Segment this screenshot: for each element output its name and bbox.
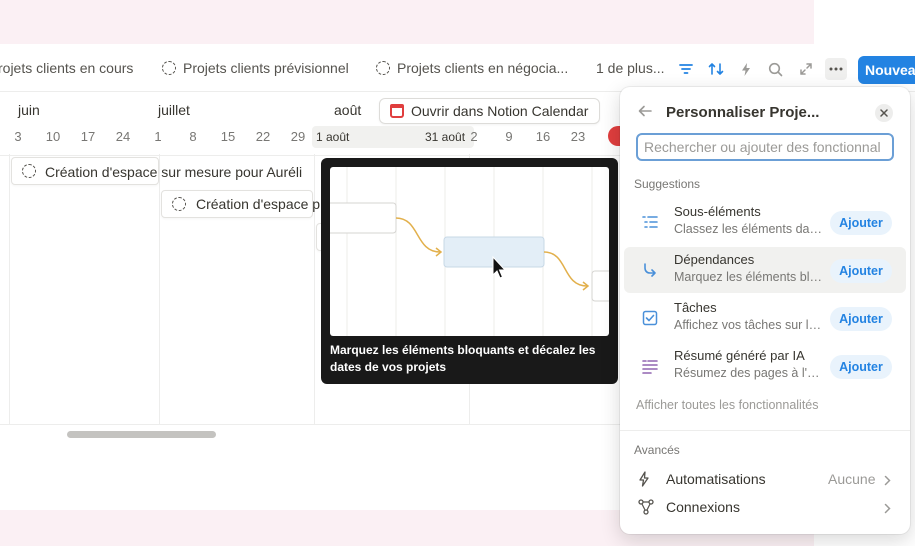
- views-toolbar: rojets clients en cours Projets clients …: [0, 44, 915, 92]
- add-sub-items-button[interactable]: Ajouter: [830, 211, 892, 235]
- view-tab-label: rojets clients en cours: [0, 60, 134, 76]
- show-all-features-link[interactable]: Afficher toutes les fonctionnalités: [636, 398, 819, 412]
- day-label: 1: [154, 129, 162, 144]
- lightning-icon[interactable]: [735, 58, 757, 80]
- range-start-label: 1 août: [316, 130, 350, 144]
- sort-icon[interactable]: [705, 58, 727, 80]
- tooltip-text: Marquez les éléments bloquants et décale…: [330, 343, 596, 374]
- open-calendar-label: Ouvrir dans Notion Calendar: [411, 103, 589, 119]
- day-label: 3: [14, 129, 22, 144]
- close-icon[interactable]: [875, 104, 893, 122]
- subitems-icon: [638, 210, 662, 234]
- view-tab-label: Projets clients prévisionnel: [183, 60, 349, 76]
- feature-description: Classez les éléments dans des...: [674, 222, 824, 236]
- search-icon[interactable]: [764, 58, 786, 80]
- feature-row-sub-items[interactable]: Sous-éléments Classez les éléments dans …: [624, 199, 906, 245]
- feature-name: Résumé généré par IA: [674, 348, 805, 363]
- feature-row-tasks[interactable]: Tâches Affichez vos tâches sur la ligne …: [624, 295, 906, 341]
- connections-icon: [638, 499, 654, 515]
- gridline: [314, 154, 315, 424]
- filter-icon[interactable]: [675, 58, 697, 80]
- day-label: 29: [290, 129, 306, 144]
- checkbox-icon: [638, 306, 662, 330]
- month-label: juillet: [158, 102, 190, 118]
- automations-row[interactable]: Automatisations Aucune: [624, 465, 906, 493]
- more-options-icon[interactable]: [825, 58, 847, 80]
- panel-divider: [620, 430, 910, 431]
- day-label: 16: [535, 129, 551, 144]
- horizontal-scrollbar[interactable]: [67, 431, 216, 438]
- day-label: 10: [45, 129, 61, 144]
- day-label: 23: [570, 129, 586, 144]
- timeline-item-bar[interactable]: Création d'espace p: [161, 190, 320, 218]
- suggestions-heading: Suggestions: [634, 177, 701, 191]
- day-label: 22: [255, 129, 271, 144]
- timeline-header-divider: [0, 155, 620, 156]
- feature-preview-tooltip: Marquez les éléments bloquants et décale…: [321, 158, 618, 384]
- day-label: 24: [115, 129, 131, 144]
- feature-search-input[interactable]: [636, 133, 894, 161]
- gridline: [9, 154, 10, 424]
- more-views-button[interactable]: 1 de plus...: [596, 44, 665, 92]
- day-label: 15: [220, 129, 236, 144]
- month-label: août: [334, 102, 362, 118]
- lightning-icon: [638, 471, 654, 487]
- feature-description: Marquez les éléments bloquants: [674, 270, 824, 284]
- ai-summary-icon: [638, 354, 662, 378]
- feature-row-ai-summary[interactable]: Résumé généré par IA Résumez des pages à…: [624, 343, 906, 389]
- chevron-right-icon: [884, 473, 891, 491]
- view-tab-en-cours[interactable]: rojets clients en cours: [0, 44, 133, 92]
- timeline-bottom-divider: [0, 424, 620, 425]
- customize-panel: Personnaliser Proje... Suggestions Sous-…: [620, 87, 910, 534]
- new-button[interactable]: Nouvea: [858, 56, 915, 84]
- day-label: 9: [505, 129, 513, 144]
- automations-label: Automatisations: [666, 471, 766, 487]
- month-label: juin: [18, 102, 40, 118]
- status-circle-icon: [172, 197, 186, 211]
- day-label: 8: [189, 129, 197, 144]
- add-ai-summary-button[interactable]: Ajouter: [830, 355, 892, 379]
- status-circle-icon: [22, 164, 36, 178]
- timeline-item-title: Création d'espace p: [196, 196, 321, 212]
- view-tab-label: Projets clients en négocia...: [397, 60, 569, 76]
- panel-title: Personnaliser Proje...: [666, 104, 820, 121]
- expand-icon[interactable]: [795, 58, 817, 80]
- dependency-arrow-icon: [638, 258, 662, 282]
- automations-value: Aucune: [828, 471, 876, 487]
- timeline-item-title[interactable]: Création d'espace sur mesure pour Auréli: [45, 164, 302, 180]
- view-tab-negociation[interactable]: Projets clients en négocia...: [376, 44, 568, 92]
- day-label: 17: [80, 129, 96, 144]
- gridline: [159, 154, 160, 424]
- chevron-right-icon: [884, 501, 891, 519]
- connections-label: Connexions: [666, 499, 740, 515]
- open-notion-calendar-button[interactable]: Ouvrir dans Notion Calendar: [379, 98, 601, 124]
- view-tab-previsionnel[interactable]: Projets clients prévisionnel: [162, 44, 349, 92]
- feature-name: Tâches: [674, 300, 717, 315]
- back-arrow-icon[interactable]: [638, 104, 652, 122]
- day-label: 2: [470, 129, 478, 144]
- date-range-highlight: 1 août 31 août: [312, 126, 474, 148]
- add-tasks-button[interactable]: Ajouter: [830, 307, 892, 331]
- feature-name: Dépendances: [674, 252, 755, 267]
- advanced-heading: Avancés: [634, 443, 680, 457]
- range-end-label: 31 août: [425, 130, 466, 144]
- feature-name: Sous-éléments: [674, 204, 761, 219]
- add-dependencies-button[interactable]: Ajouter: [830, 259, 892, 283]
- feature-description: Affichez vos tâches sur la ligne: [674, 318, 824, 332]
- status-circle-icon: [376, 61, 390, 75]
- dependencies-preview-illustration: [330, 167, 609, 336]
- calendar-icon: [390, 104, 404, 118]
- status-circle-icon: [162, 61, 176, 75]
- feature-description: Résumez des pages à l'aide de l'IA: [674, 366, 824, 380]
- page-background-band-top: [0, 0, 814, 44]
- feature-row-dependencies[interactable]: Dépendances Marquez les éléments bloquan…: [624, 247, 906, 293]
- connections-row[interactable]: Connexions: [624, 493, 906, 521]
